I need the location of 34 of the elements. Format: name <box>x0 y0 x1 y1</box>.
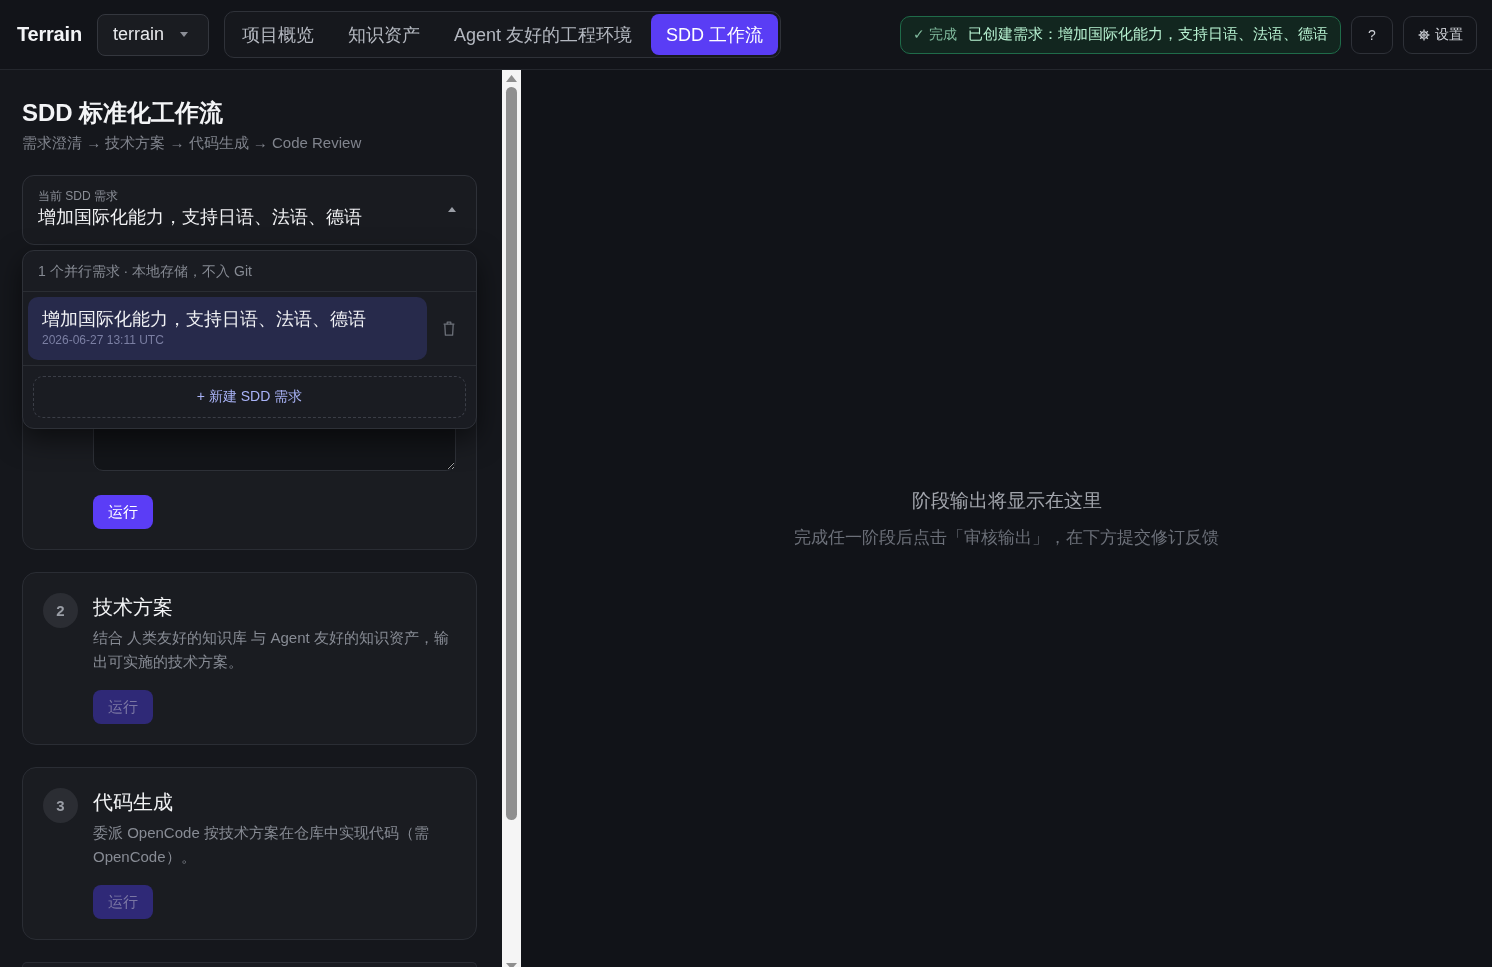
empty-state-title: 阶段输出将显示在这里 <box>911 488 1102 513</box>
menu-summary: 1 个并行需求 · 本地存储，不入 Git <box>23 251 476 292</box>
status-label: ✓ 完成 <box>913 25 957 44</box>
caret-icon <box>179 32 188 37</box>
requirement-select[interactable]: 当前 SDD 需求 增加国际化能力，支持日语、法语、德语 <box>22 175 477 245</box>
step-description: 委派 OpenCode 按技术方案在仓库中实现代码（需 OpenCode）。 <box>93 823 430 867</box>
app-logo: Terrain <box>17 23 82 46</box>
workflow-subtitle: 需求澄清 → 技术方案 → 代码生成 → Code Review <box>22 133 363 153</box>
step-title: 技术方案 <box>93 595 174 620</box>
step-number: 2 <box>43 593 78 628</box>
settings-icon <box>1417 28 1430 41</box>
tab[interactable]: 项目概览 <box>226 14 329 55</box>
settings-button[interactable]: 设置 <box>1403 15 1477 54</box>
tab[interactable]: 知识资产 <box>332 14 435 55</box>
tab[interactable]: Agent 友好的工程环境 <box>438 14 647 55</box>
tab[interactable]: SDD 工作流 <box>650 14 778 55</box>
notice-message: 已创建需求：增加国际化能力，支持日语、法语、德语 <box>968 25 1328 44</box>
menu-item[interactable]: 增加国际化能力，支持日语、法语、德语 2026-06-27 13:11 UTC <box>28 297 427 360</box>
scroll-up-icon[interactable] <box>506 75 517 82</box>
page-title: SDD 标准化工作流 <box>22 98 225 128</box>
help-button[interactable]: ? <box>1351 15 1393 54</box>
step-description: 结合 人类友好的知识库 与 Agent 友好的知识资产，输出可实施的技术方案。 <box>93 628 450 672</box>
step-number: 3 <box>43 788 78 823</box>
item-timestamp: 2026-06-27 13:11 UTC <box>42 332 165 348</box>
scrollbar-thumb[interactable] <box>506 87 517 820</box>
scroll-down-icon[interactable] <box>506 963 517 967</box>
run-button[interactable]: 运行 <box>93 495 153 529</box>
new-requirement-button[interactable]: + 新建 SDD 需求 <box>33 376 466 418</box>
empty-state-hint: 完成任一阶段后点击「审核输出」，在下方提交修订反馈 <box>794 526 1219 549</box>
field-label: 当前 SDD 需求 <box>38 188 119 204</box>
step-title: 代码生成 <box>93 790 174 815</box>
project-select[interactable]: terrain <box>96 13 209 56</box>
trash-icon <box>443 321 455 336</box>
scrollbar[interactable] <box>502 70 521 967</box>
